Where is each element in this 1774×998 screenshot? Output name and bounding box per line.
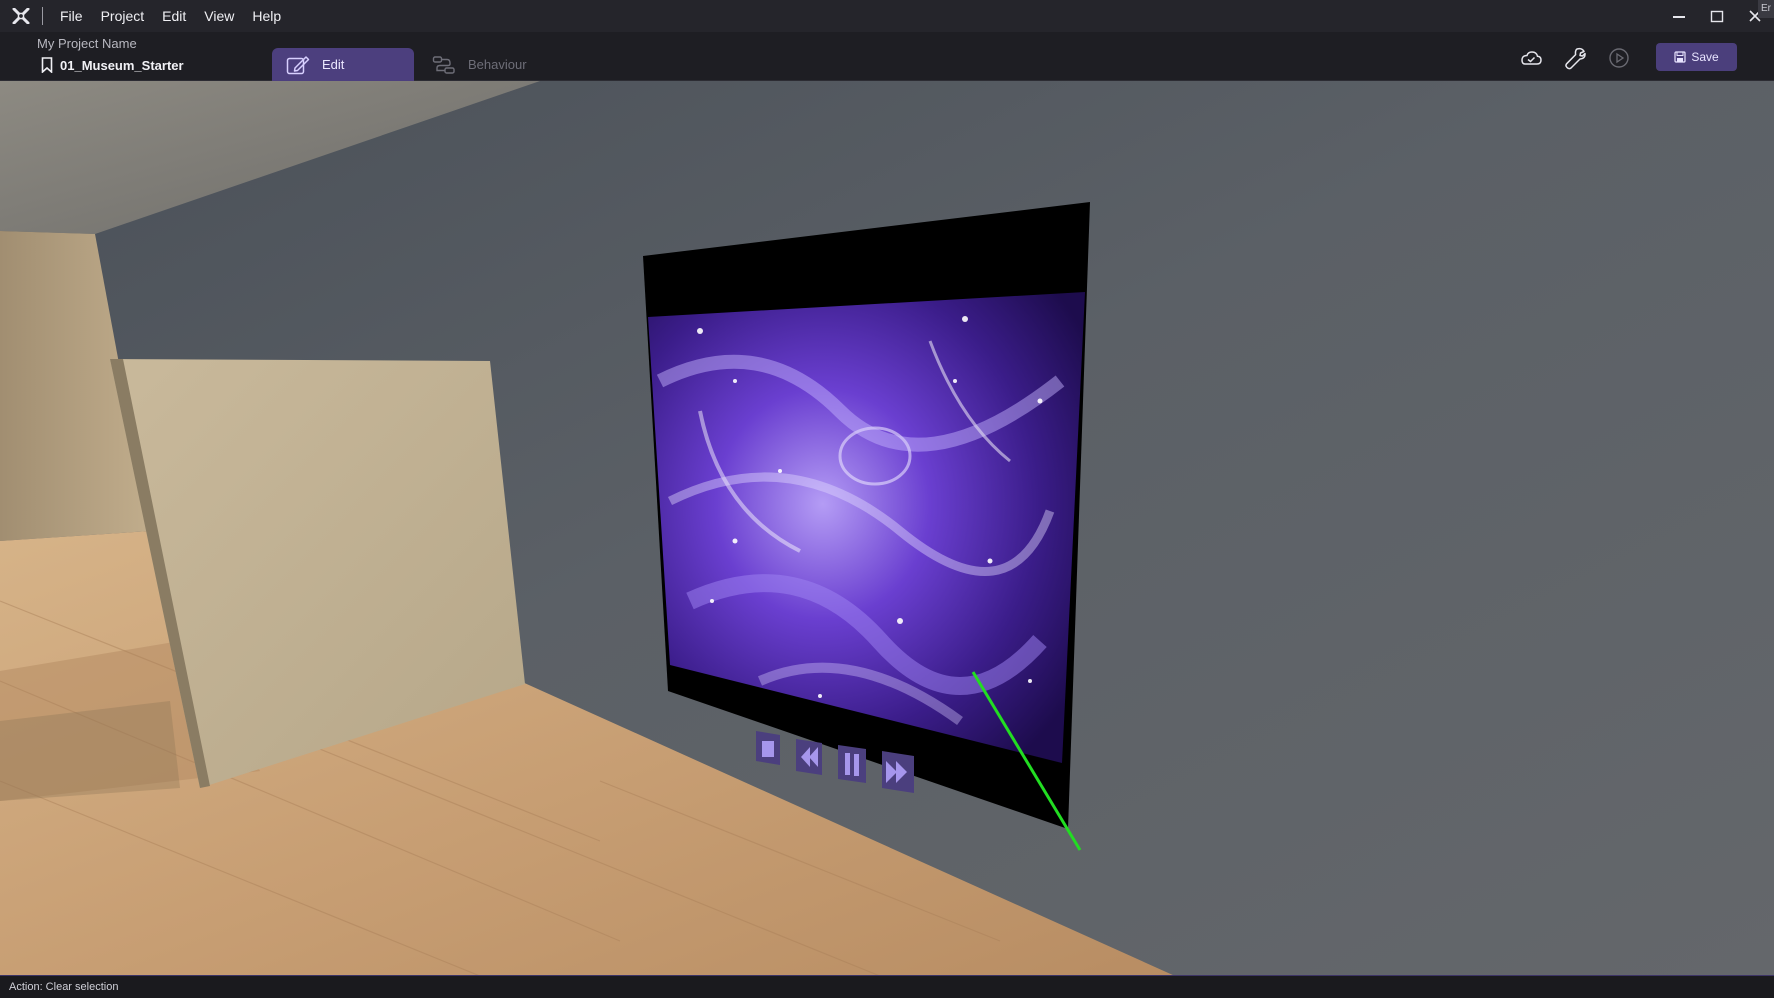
bookmark-icon	[41, 57, 53, 73]
cloud-sync-icon[interactable]	[1517, 44, 1545, 72]
scene-selector[interactable]: 01_Museum_Starter	[41, 57, 184, 73]
rewind-button	[796, 739, 822, 775]
tab-behaviour[interactable]: Behaviour	[428, 48, 568, 81]
menu-help[interactable]: Help	[243, 0, 290, 32]
status-bar: Action: Clear selection	[0, 975, 1774, 998]
minimize-button[interactable]	[1660, 0, 1698, 32]
edit-icon	[286, 54, 310, 76]
scene-render	[0, 81, 1774, 976]
save-button[interactable]: Save	[1656, 43, 1737, 71]
tab-behaviour-label: Behaviour	[468, 57, 527, 72]
project-name: My Project Name	[37, 36, 137, 51]
menu-project[interactable]: Project	[92, 0, 154, 32]
behaviour-flow-icon	[432, 54, 456, 76]
pause-icon	[845, 753, 850, 775]
save-icon	[1674, 51, 1686, 63]
save-label: Save	[1691, 50, 1719, 64]
tab-edit-label: Edit	[322, 57, 345, 72]
scene-viewport[interactable]	[0, 81, 1774, 976]
menu-edit[interactable]: Edit	[153, 0, 195, 32]
tab-edit[interactable]: Edit	[272, 48, 414, 81]
maximize-button[interactable]	[1698, 0, 1736, 32]
menu-separator	[42, 7, 43, 25]
stop-button	[756, 731, 780, 765]
menu-bar: File Project Edit View Help Er	[0, 0, 1774, 32]
status-text: Action: Clear selection	[9, 981, 119, 993]
window-controls	[1660, 0, 1774, 32]
wrench-icon[interactable]	[1561, 44, 1589, 72]
menu-view[interactable]: View	[195, 0, 243, 32]
play-icon[interactable]	[1605, 44, 1633, 72]
project-toolbar: My Project Name 01_Museum_Starter Edit B…	[0, 32, 1774, 81]
stop-icon	[762, 741, 774, 757]
menu-file[interactable]: File	[51, 0, 92, 32]
corner-tag: Er	[1758, 0, 1774, 18]
maximize-icon	[1710, 10, 1724, 23]
scene-name: 01_Museum_Starter	[60, 57, 184, 73]
minimize-icon	[1673, 16, 1685, 18]
pause-button	[838, 745, 866, 783]
app-logo-icon[interactable]	[8, 3, 34, 29]
fast-forward-button	[882, 751, 914, 793]
